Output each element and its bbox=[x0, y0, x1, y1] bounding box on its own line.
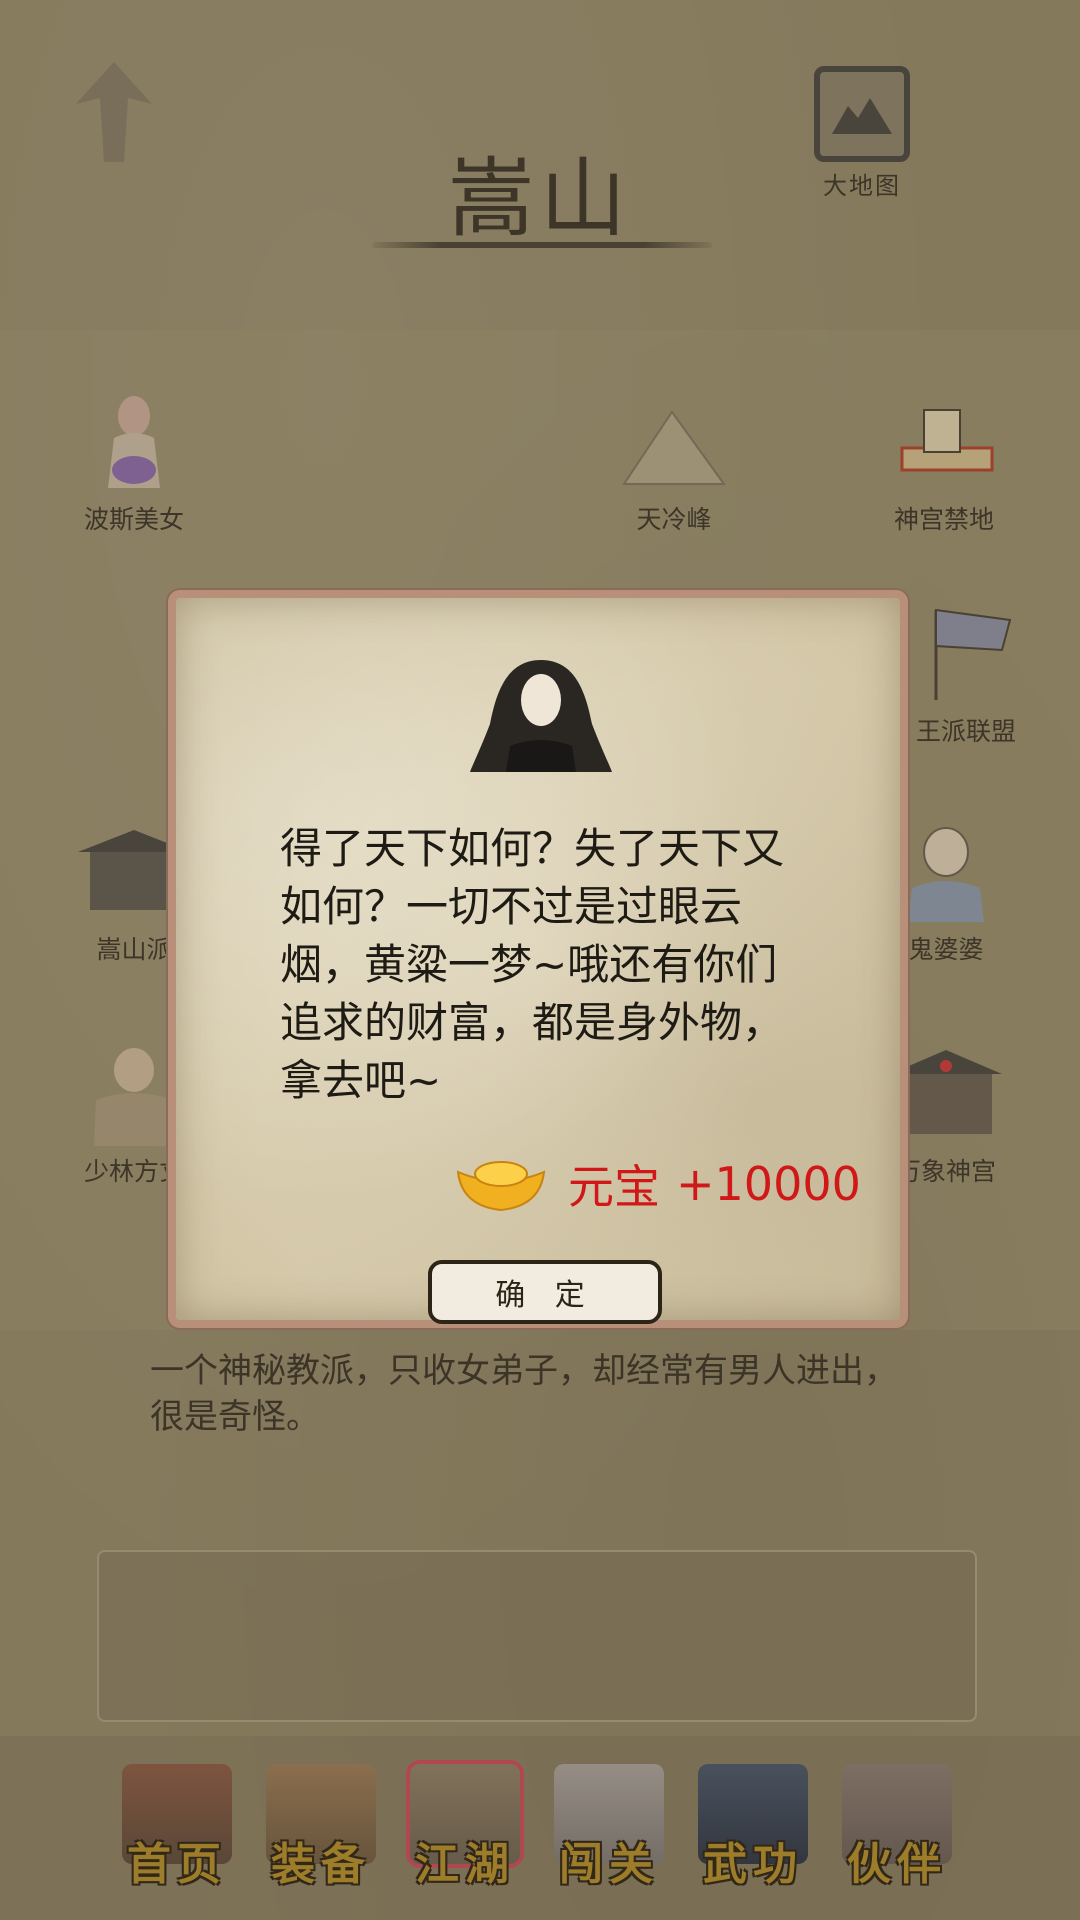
dialog-message: 得了天下如何？失了天下又如何？一切不过是过眼云烟，黄粱一梦~哦还有你们追求的财富… bbox=[280, 824, 785, 1105]
long-hair-woman-avatar bbox=[470, 660, 612, 772]
reward-amount: +10000 bbox=[676, 1157, 861, 1211]
reward-row: 元宝 +10000 bbox=[454, 1154, 861, 1214]
gold-ingot-icon bbox=[456, 1161, 546, 1212]
confirm-button[interactable]: 确 定 bbox=[428, 1260, 662, 1324]
reward-name: 元宝 bbox=[568, 1160, 660, 1214]
reward-dialog: 得了天下如何？失了天下又如何？一切不过是过眼云烟，黄粱一梦~哦还有你们追求的财富… bbox=[168, 590, 908, 1328]
